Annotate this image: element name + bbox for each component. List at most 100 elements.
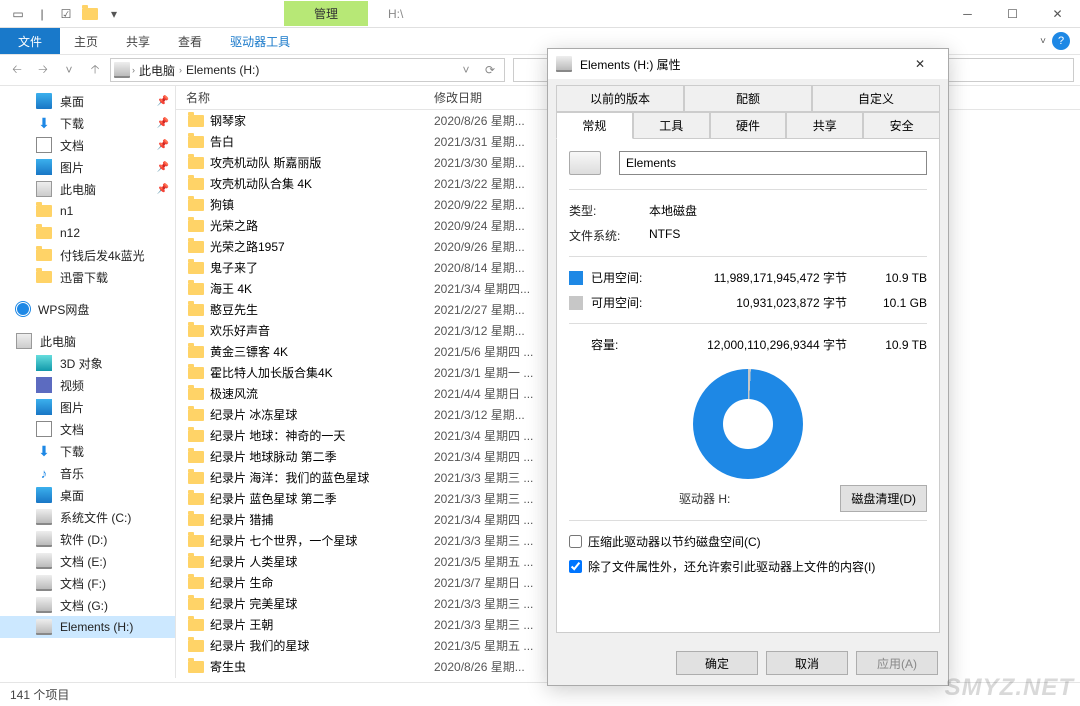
dialog-tab[interactable]: 常规 [556, 112, 633, 139]
column-name[interactable]: 名称 [176, 89, 434, 106]
nav-item[interactable]: WPS网盘 [0, 298, 175, 320]
volume-name-input[interactable] [619, 151, 927, 175]
crumb-current[interactable]: Elements (H:) [184, 63, 261, 77]
cancel-button[interactable]: 取消 [766, 651, 848, 675]
chevron-right-icon[interactable]: › [132, 65, 135, 75]
dialog-tab[interactable]: 共享 [786, 112, 863, 139]
folder-icon [188, 262, 204, 274]
folder-icon [188, 199, 204, 211]
ribbon-file-tab[interactable]: 文件 [0, 28, 60, 54]
ribbon-collapse-icon[interactable]: ˅ [1040, 36, 1046, 47]
nav-recent-icon[interactable]: ˅ [58, 59, 80, 81]
mus-icon: ♪ [36, 465, 52, 481]
nav-up-button[interactable]: 🡡 [84, 59, 106, 81]
folder-icon [188, 514, 204, 526]
nav-item[interactable]: 此电脑📌 [0, 178, 175, 200]
drive-icon [36, 597, 52, 613]
nav-forward-button[interactable]: 🡢 [32, 59, 54, 81]
dialog-tab[interactable]: 安全 [863, 112, 940, 139]
refresh-icon[interactable]: ⟳ [479, 59, 501, 81]
nav-label: 此电脑 [40, 333, 76, 350]
file-name: 纪录片 猎捕 [210, 511, 273, 528]
nav-item[interactable]: n12 [0, 222, 175, 244]
chevron-right-icon[interactable]: › [179, 65, 182, 75]
crumb-thispc[interactable]: 此电脑 [137, 62, 177, 79]
nav-item[interactable]: 桌面📌 [0, 90, 175, 112]
nav-item[interactable]: 系统文件 (C:) [0, 506, 175, 528]
properties-dialog: Elements (H:) 属性 ✕ 以前的版本配额自定义 常规工具硬件共享安全… [547, 48, 949, 686]
ribbon-view-tab[interactable]: 查看 [164, 28, 216, 54]
nav-item[interactable]: 图片📌 [0, 156, 175, 178]
file-name: 纪录片 人类星球 [210, 553, 297, 570]
dialog-tab[interactable]: 工具 [633, 112, 710, 139]
dialog-tab[interactable]: 自定义 [812, 85, 940, 112]
file-name: 海王 4K [210, 280, 252, 297]
nav-item[interactable]: 文档 [0, 418, 175, 440]
nav-item[interactable]: ♪音乐 [0, 462, 175, 484]
ribbon-share-tab[interactable]: 共享 [112, 28, 164, 54]
address-dropdown-icon[interactable]: ˅ [455, 59, 477, 81]
close-button[interactable]: ✕ [1035, 0, 1080, 28]
ribbon-home-tab[interactable]: 主页 [60, 28, 112, 54]
nav-item[interactable]: 视频 [0, 374, 175, 396]
nav-item[interactable]: 文档 (F:) [0, 572, 175, 594]
file-name: 寄生虫 [210, 658, 246, 675]
dialog-close-button[interactable]: ✕ [900, 57, 940, 71]
nav-item[interactable]: 桌面 [0, 484, 175, 506]
breadcrumb-bar[interactable]: › 此电脑 › Elements (H:) ˅ ⟳ [110, 58, 505, 82]
nav-item[interactable]: ⬇下载 [0, 440, 175, 462]
disk-cleanup-button[interactable]: 磁盘清理(D) [840, 485, 927, 512]
folder-icon [188, 640, 204, 652]
nav-label: 桌面 [60, 487, 84, 504]
manage-context-tab[interactable]: 管理 [284, 1, 368, 26]
nav-item[interactable]: 此电脑 [0, 330, 175, 352]
file-name: 纪录片 我们的星球 [210, 637, 309, 654]
maximize-button[interactable]: ☐ [990, 0, 1035, 28]
nav-label: 下载 [60, 115, 84, 132]
help-icon[interactable]: ? [1052, 32, 1070, 50]
minimize-button[interactable]: ─ [945, 0, 990, 28]
dialog-titlebar[interactable]: Elements (H:) 属性 ✕ [548, 49, 948, 79]
index-checkbox[interactable]: 除了文件属性外，还允许索引此驱动器上文件的内容(I) [569, 554, 927, 579]
free-human: 10.1 GB [867, 296, 927, 310]
nav-item[interactable]: 软件 (D:) [0, 528, 175, 550]
capacity-bytes: 12,000,110,296,9344 字节 [663, 336, 867, 353]
folder-icon [80, 4, 100, 24]
qat-separator: | [32, 4, 52, 24]
desktop-icon [36, 93, 52, 109]
nav-item[interactable]: n1 [0, 200, 175, 222]
ok-button[interactable]: 确定 [676, 651, 758, 675]
qat-checkbox-icon[interactable]: ☑ [56, 4, 76, 24]
nav-item[interactable]: Elements (H:) [0, 616, 175, 638]
qat-dropdown-icon[interactable]: ▾ [104, 4, 124, 24]
nav-item[interactable]: 图片 [0, 396, 175, 418]
free-bytes: 10,931,023,872 字节 [663, 294, 867, 311]
pin-icon: 📌 [157, 118, 169, 129]
ribbon-drive-tools-tab[interactable]: 驱动器工具 [216, 28, 304, 54]
doc-icon [36, 137, 52, 153]
nav-item[interactable]: 付钱后发4k蓝光 [0, 244, 175, 266]
nav-item[interactable]: 文档 (E:) [0, 550, 175, 572]
dialog-tab[interactable]: 以前的版本 [556, 85, 684, 112]
apply-button[interactable]: 应用(A) [856, 651, 938, 675]
free-swatch-icon [569, 296, 583, 310]
nav-back-button[interactable]: 🡠 [6, 59, 28, 81]
compress-checkbox[interactable]: 压缩此驱动器以节约磁盘空间(C) [569, 529, 927, 554]
folder-icon [36, 247, 52, 263]
nav-item[interactable]: 迅雷下载 [0, 266, 175, 288]
nav-label: Elements (H:) [60, 620, 133, 634]
dialog-tab[interactable]: 硬件 [710, 112, 787, 139]
pc-icon [36, 181, 52, 197]
file-name: 憨豆先生 [210, 301, 258, 318]
nav-item[interactable]: 3D 对象 [0, 352, 175, 374]
watermark: SMYZ.NET [945, 674, 1074, 702]
nav-tree[interactable]: 桌面📌 ⬇下载 📌 文档📌图片📌此电脑📌n1n12付钱后发4k蓝光迅雷下载 WPS网盘此… [0, 86, 176, 678]
nav-item[interactable]: ⬇下载📌 [0, 112, 175, 134]
nav-item[interactable]: 文档📌 [0, 134, 175, 156]
file-name: 纪录片 蓝色星球 第二季 [210, 490, 337, 507]
dialog-tab[interactable]: 配额 [684, 85, 812, 112]
nav-item[interactable]: 文档 (G:) [0, 594, 175, 616]
drive-icon [36, 575, 52, 591]
folder-icon [188, 556, 204, 568]
used-human: 10.9 TB [867, 271, 927, 285]
